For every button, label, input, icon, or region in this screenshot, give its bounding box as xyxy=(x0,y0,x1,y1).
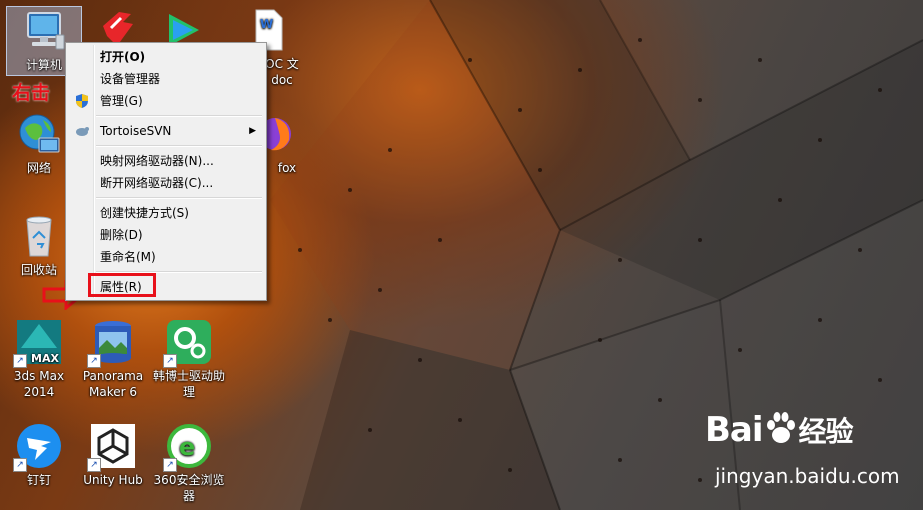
menu-item-device-manager[interactable]: 设备管理器 xyxy=(68,68,264,90)
shortcut-arrow-icon: ↗ xyxy=(163,354,177,368)
360-browser-icon: e ↗ xyxy=(163,422,213,472)
dingtalk-icon: ↗ xyxy=(13,422,63,472)
desktop-icon-panorama-maker[interactable]: ↗ Panorama Maker 6 xyxy=(76,318,150,400)
properties-highlight-box xyxy=(88,273,156,297)
3ds-max-label-2: 2014 xyxy=(23,385,55,399)
driver-label-1: 韩博士驱动助 xyxy=(152,369,225,383)
svg-text:e: e xyxy=(179,433,195,461)
unity-label: Unity Hub xyxy=(83,473,143,487)
menu-separator xyxy=(96,145,262,147)
paw-icon xyxy=(763,411,799,445)
menu-item-delete[interactable]: 删除(D) xyxy=(68,224,264,246)
menu-item-tortoisesvn[interactable]: TortoiseSVN ▶ xyxy=(68,120,264,142)
desktop-icon-3ds-max[interactable]: MAX ↗ 3ds Max 2014 xyxy=(2,318,76,400)
desktop-icon-dingtalk[interactable]: ↗ 钉钉 xyxy=(2,422,76,488)
submenu-arrow-icon: ▶ xyxy=(249,126,256,136)
driver-label-2: 理 xyxy=(182,385,195,399)
watermark-url: jingyan.baidu.com xyxy=(715,464,900,488)
menu-separator xyxy=(96,115,262,117)
menu-item-manage[interactable]: 管理(G) xyxy=(68,90,264,112)
tortoisesvn-icon xyxy=(74,123,90,139)
right-click-annotation: 右击 xyxy=(12,82,51,104)
svg-text:MAX: MAX xyxy=(31,352,59,365)
360-browser-label-2: 器 xyxy=(182,489,195,503)
shortcut-arrow-icon: ↗ xyxy=(87,354,101,368)
uac-shield-icon xyxy=(74,93,90,109)
context-menu: 打开(O) 设备管理器 管理(G) TortoiseSVN ▶ 映射网络驱动器(… xyxy=(65,42,267,301)
panorama-maker-icon: ↗ xyxy=(87,318,137,368)
shortcut-arrow-icon: ↗ xyxy=(163,458,177,472)
svg-text:W: W xyxy=(260,17,273,31)
menu-item-create-shortcut[interactable]: 创建快捷方式(S) xyxy=(68,202,264,224)
menu-item-map-drive[interactable]: 映射网络驱动器(N)... xyxy=(68,150,264,172)
baidu-jingyan-watermark: Bai 经验 jingyan.baidu.com xyxy=(705,410,900,488)
desktop-icon-driver-helper[interactable]: ↗ 韩博士驱动助 理 xyxy=(152,318,226,400)
network-globe-icon xyxy=(15,110,63,158)
unity-icon: ↗ xyxy=(87,422,137,472)
desktop-icon-unity-hub[interactable]: ↗ Unity Hub xyxy=(76,422,150,488)
dingtalk-label: 钉钉 xyxy=(26,473,51,487)
menu-separator xyxy=(96,197,262,199)
desktop-icon-360-browser[interactable]: e ↗ 360安全浏览 器 xyxy=(152,422,226,504)
panorama-label-1: Panorama xyxy=(82,369,144,383)
360-browser-label-1: 360安全浏览 xyxy=(153,473,225,487)
gear-icon: ↗ xyxy=(163,318,213,368)
menu-item-disconnect-drive[interactable]: 断开网络驱动器(C)... xyxy=(68,172,264,194)
panorama-label-2: Maker 6 xyxy=(89,385,137,399)
3ds-max-label-1: 3ds Max xyxy=(13,369,65,383)
computer-icon xyxy=(20,7,68,55)
menu-item-rename[interactable]: 重命名(M) xyxy=(68,246,264,268)
watermark-brand-2: 经验 xyxy=(798,415,854,448)
recycle-bin-icon xyxy=(15,212,63,260)
3ds-max-icon: MAX ↗ xyxy=(13,318,63,368)
shortcut-arrow-icon: ↗ xyxy=(13,354,27,368)
watermark-brand: Bai xyxy=(705,410,764,450)
menu-item-open[interactable]: 打开(O) xyxy=(68,46,264,68)
shortcut-arrow-icon: ↗ xyxy=(87,458,101,472)
shortcut-arrow-icon: ↗ xyxy=(13,458,27,472)
